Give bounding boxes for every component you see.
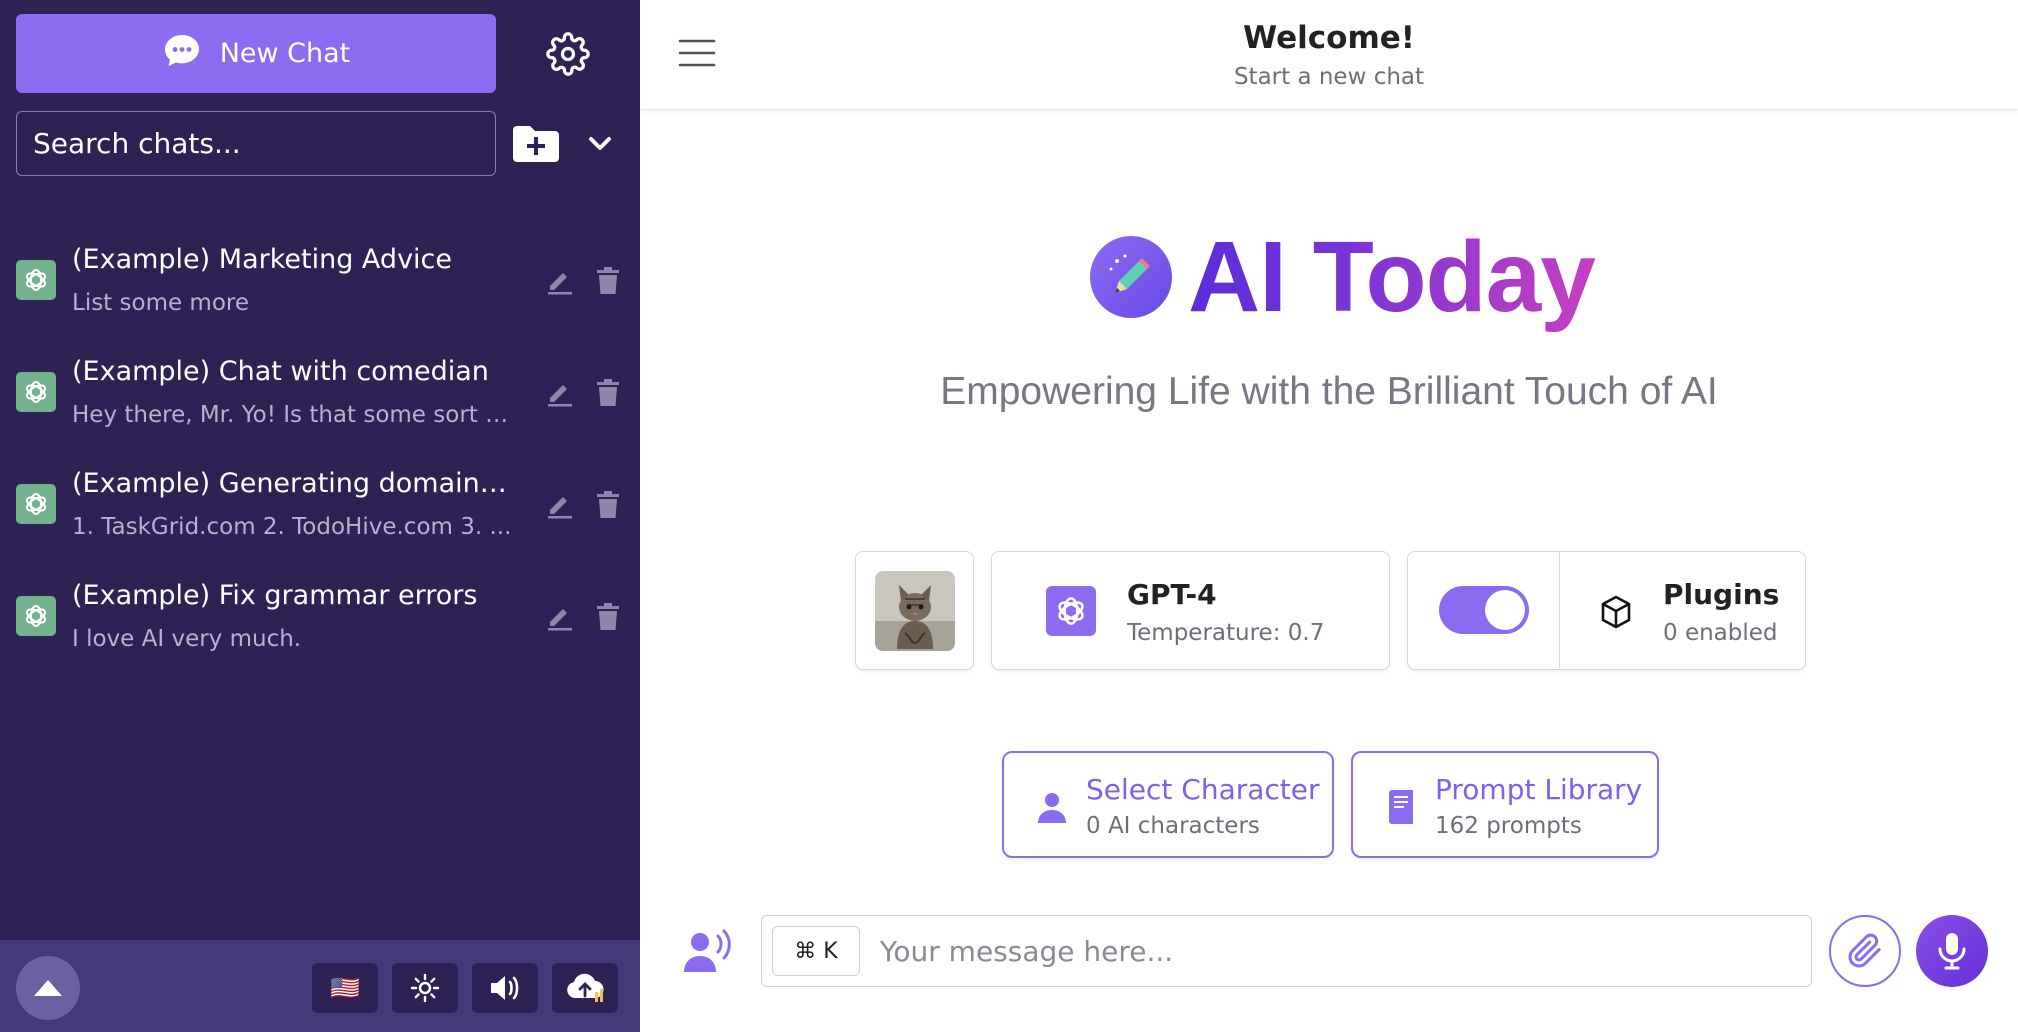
edit-icon[interactable] [546, 490, 574, 520]
openai-icon [1046, 586, 1096, 636]
model-name: GPT-4 [1127, 578, 1217, 611]
settings-button[interactable] [544, 30, 592, 78]
new-folder-button[interactable] [511, 124, 561, 164]
collapse-folders-button[interactable] [584, 128, 616, 160]
language-button[interactable]: 🇺🇸 [312, 963, 378, 1013]
edit-icon[interactable] [546, 266, 574, 296]
message-composer: ⌘ K [761, 915, 1812, 987]
paperclip-icon [1848, 933, 1881, 968]
model-temperature: Temperature: 0.7 [1127, 620, 1325, 646]
shortcut-badge[interactable]: ⌘ K [772, 926, 860, 976]
sidebar-footer: 🇺🇸 [0, 940, 640, 1032]
sun-icon [410, 973, 440, 1003]
cloud-upload-icon [567, 973, 604, 1002]
model-card[interactable]: GPT-4 Temperature: 0.7 [991, 551, 1390, 670]
caret-up-icon [34, 980, 62, 996]
user-icon [1034, 789, 1070, 825]
prompt-library-title: Prompt Library [1435, 773, 1643, 806]
chat-preview: List some more [72, 290, 250, 316]
edit-icon[interactable] [546, 602, 574, 632]
book-icon [1383, 789, 1419, 825]
trash-icon[interactable] [594, 266, 622, 296]
select-character-button[interactable]: Select Character 0 AI characters [1002, 751, 1334, 858]
new-chat-label: New Chat [219, 38, 351, 69]
chat-title: (Example) Chat with comedian [72, 356, 489, 387]
page-subtitle: Start a new chat [1233, 64, 1425, 90]
edit-icon[interactable] [546, 378, 574, 408]
chat-title: (Example) Fix grammar errors [72, 580, 478, 611]
avatar-card[interactable] [855, 551, 974, 670]
speaker-icon [491, 976, 519, 1000]
plugins-card: Plugins 0 enabled [1407, 551, 1806, 670]
openai-icon [16, 372, 56, 412]
prompt-library-button[interactable]: Prompt Library 162 prompts [1351, 751, 1659, 858]
chat-bubble-icon [162, 30, 202, 77]
openai-icon [16, 596, 56, 636]
select-character-title: Select Character [1086, 773, 1320, 806]
main-header: Welcome! Start a new chat [640, 0, 2018, 110]
tagline: Empowering Life with the Brilliant Touch… [940, 370, 1718, 413]
cube-icon [1598, 594, 1634, 630]
openai-icon [16, 484, 56, 524]
cloud-sync-button[interactable] [552, 963, 618, 1013]
trash-icon[interactable] [594, 378, 622, 408]
chat-item[interactable]: (Example) Fix grammar errors I love AI v… [0, 566, 640, 678]
chat-preview: 1. TaskGrid.com 2. TodoHive.com 3. ... [72, 514, 512, 540]
search-chats-input[interactable] [16, 111, 496, 176]
chat-preview: Hey there, Mr. Yo! Is that some sort o..… [72, 402, 512, 428]
microphone-button[interactable] [1916, 915, 1988, 987]
sound-toggle-button[interactable] [472, 963, 538, 1013]
voice-user-icon [684, 929, 731, 972]
chat-item[interactable]: (Example) Marketing Advice List some mor… [0, 230, 640, 342]
theme-toggle-button[interactable] [392, 963, 458, 1013]
message-input[interactable] [880, 926, 1780, 976]
chevron-down-icon [589, 137, 611, 150]
plugins-toggle-wrap [1408, 552, 1560, 668]
plugins-label[interactable]: Plugins [1663, 578, 1779, 611]
flag-us-icon: 🇺🇸 [330, 974, 360, 1002]
select-character-count: 0 AI characters [1086, 813, 1260, 839]
brand-name: AI Today [1188, 220, 1596, 333]
voice-mode-button[interactable] [682, 928, 734, 974]
gear-icon [546, 32, 590, 76]
chat-title: (Example) Marketing Advice [72, 244, 453, 275]
trash-icon[interactable] [594, 490, 622, 520]
page-title: Welcome! [1243, 20, 1415, 56]
new-chat-button[interactable]: New Chat [16, 14, 496, 93]
toggle-knob [1484, 590, 1525, 630]
scroll-up-button[interactable] [16, 956, 80, 1020]
chat-title: (Example) Generating domain ... [72, 468, 512, 499]
chat-list: (Example) Marketing Advice List some mor… [0, 230, 640, 678]
folder-plus-icon [513, 126, 559, 162]
trash-icon[interactable] [594, 602, 622, 632]
microphone-icon [1938, 933, 1966, 970]
brand: AI Today [1090, 220, 1596, 333]
chat-item[interactable]: (Example) Chat with comedian Hey there, … [0, 342, 640, 454]
plugins-toggle[interactable] [1438, 586, 1529, 634]
cat-avatar [874, 570, 955, 651]
magic-pencil-icon [1090, 236, 1172, 318]
openai-icon [16, 260, 56, 300]
chat-item[interactable]: (Example) Generating domain ... 1. TaskG… [0, 454, 640, 566]
chat-preview: I love AI very much. [72, 626, 302, 652]
sidebar: New Chat (Example) Marketing Advice List… [0, 0, 640, 1032]
prompt-library-count: 162 prompts [1435, 813, 1582, 839]
attach-button[interactable] [1829, 915, 1901, 987]
plugins-count: 0 enabled [1663, 620, 1778, 646]
